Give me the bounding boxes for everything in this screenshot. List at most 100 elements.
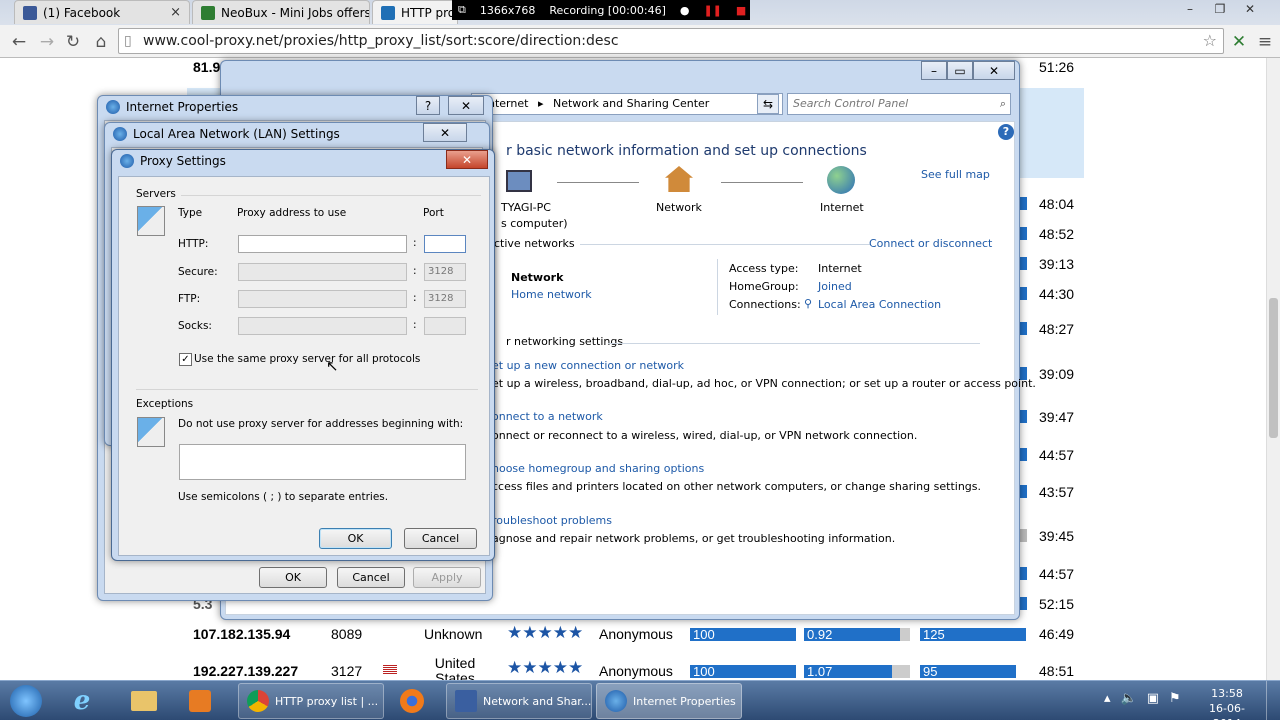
close-icon[interactable]: ✕ <box>1240 2 1260 16</box>
menu-icon[interactable]: ≡ <box>1254 31 1276 53</box>
task-homegroup-link[interactable]: hoose homegroup and sharing options <box>492 462 704 475</box>
task-troubleshoot-link[interactable]: roubleshoot problems <box>492 514 612 527</box>
taskbar-chrome-button[interactable]: HTTP proxy list | ... <box>238 683 384 719</box>
neobux-icon <box>201 5 215 20</box>
action-center-icon[interactable]: ⚑ <box>1169 691 1181 706</box>
secure-port-input[interactable]: 3128 <box>424 263 466 281</box>
taskbar-network-button[interactable]: Network and Shar... <box>446 683 592 719</box>
browser-toolbar: ← → ↻ ⌂ ▯ www.cool-proxy.net/proxies/htt… <box>0 25 1280 58</box>
back-icon[interactable]: ← <box>8 31 30 53</box>
tab-label: (1) Facebook <box>43 5 121 20</box>
window-title-text: Internet Properties <box>126 100 239 114</box>
cancel-button[interactable]: Cancel <box>404 528 477 549</box>
tab-close-icon[interactable]: × <box>170 5 181 20</box>
connection-icon: ⚲ <box>804 297 813 310</box>
pause-icon[interactable]: ❚❚ <box>703 4 721 17</box>
help-icon[interactable]: ? <box>998 124 1014 140</box>
forward-icon[interactable]: → <box>36 31 58 53</box>
show-hidden-icons-icon[interactable]: ▴ <box>1104 691 1111 706</box>
bookmark-star-icon[interactable]: ☆ <box>1203 29 1217 53</box>
clock[interactable]: 13:58 16-06-2014 <box>1196 686 1258 720</box>
http-address-input[interactable] <box>238 235 407 253</box>
time-cell: 39:13 <box>1039 256 1075 272</box>
anonymity-cell: Anonymous <box>599 626 673 642</box>
scrollbar-thumb[interactable] <box>1269 298 1278 438</box>
breadcrumb-item[interactable]: nternet <box>488 97 528 110</box>
extension-icon[interactable]: ✕ <box>1228 31 1250 53</box>
colon-separator: : <box>413 237 417 249</box>
cancel-button[interactable]: Cancel <box>337 567 405 588</box>
network-tray-icon[interactable]: ▣ <box>1147 691 1159 706</box>
time-cell: 44:30 <box>1039 286 1075 302</box>
access-type-value: Internet <box>818 262 862 275</box>
restore-icon[interactable]: ❐ <box>1210 2 1230 16</box>
search-icon[interactable]: ⌕ <box>1000 94 1006 114</box>
tab-http-proxy[interactable]: HTTP prox <box>372 0 458 24</box>
ftp-port-input[interactable]: 3128 <box>424 290 466 308</box>
network-type-link[interactable]: Home network <box>511 288 592 301</box>
reload-icon[interactable]: ↻ <box>62 31 84 53</box>
time-cell: 48:27 <box>1039 321 1075 337</box>
address-bar[interactable]: ▯ www.cool-proxy.net/proxies/http_proxy_… <box>118 28 1224 54</box>
exceptions-icon <box>137 417 165 447</box>
ftp-address-input[interactable] <box>238 290 407 308</box>
minimize-icon[interactable]: – <box>1180 2 1200 16</box>
task-setup-connection-link[interactable]: et up a new connection or network <box>492 359 684 372</box>
url-text: www.cool-proxy.net/proxies/http_proxy_li… <box>143 33 619 49</box>
apply-button[interactable]: Apply <box>413 567 481 588</box>
socks-port-input[interactable] <box>424 317 466 335</box>
close-icon[interactable]: ✕ <box>448 96 484 115</box>
window-title-text: Proxy Settings <box>140 154 226 168</box>
refresh-icon[interactable]: ⇆ <box>757 94 779 114</box>
http-port-input[interactable] <box>424 235 466 253</box>
volume-icon[interactable]: 🔈 <box>1121 691 1137 706</box>
homegroup-link[interactable]: Joined <box>818 280 852 293</box>
help-icon[interactable]: ? <box>416 96 440 115</box>
country-cell: Unknown <box>424 626 483 642</box>
start-button[interactable] <box>6 685 46 717</box>
same-proxy-label[interactable]: Use the same proxy server for all protoc… <box>194 353 420 365</box>
stop-icon[interactable]: ■ <box>736 4 746 17</box>
bar-uptime: 100 <box>690 628 796 641</box>
http-label: HTTP: <box>178 238 209 250</box>
search-input[interactable]: Search Control Panel ⌕ <box>787 93 1011 115</box>
connect-disconnect-link[interactable]: Connect or disconnect <box>869 237 992 250</box>
rating-stars: ★★★★★ <box>507 658 584 677</box>
firefox-icon[interactable] <box>392 685 432 717</box>
camera-icon[interactable]: ● <box>680 4 690 17</box>
window-title-text: Local Area Network (LAN) Settings <box>133 127 340 141</box>
tab-neobux[interactable]: NeoBux - Mini Jobs offers × <box>192 0 370 24</box>
tab-facebook[interactable]: (1) Facebook × <box>14 0 190 24</box>
see-full-map-link[interactable]: See full map <box>921 168 990 181</box>
computer-sub: s computer) <box>501 217 568 230</box>
close-icon[interactable]: ✕ <box>973 61 1015 80</box>
secure-address-input[interactable] <box>238 263 407 281</box>
internet-explorer-icon[interactable]: e <box>62 685 102 717</box>
same-proxy-checkbox[interactable]: ✓ <box>179 353 192 366</box>
home-icon[interactable]: ⌂ <box>90 31 112 53</box>
bar-score: 125 <box>920 628 1026 641</box>
task-description: ccess files and printers located on othe… <box>492 480 981 493</box>
ok-button[interactable]: OK <box>319 528 392 549</box>
file-explorer-icon[interactable] <box>124 685 164 717</box>
exceptions-textarea[interactable] <box>179 444 466 480</box>
ok-button[interactable]: OK <box>259 567 327 588</box>
connection-link[interactable]: Local Area Connection <box>818 298 941 311</box>
close-icon[interactable]: ✕ <box>423 123 467 142</box>
socks-address-input[interactable] <box>238 317 407 335</box>
time-cell: 52:15 <box>1039 596 1075 612</box>
media-player-icon[interactable] <box>180 685 220 717</box>
page-scrollbar[interactable] <box>1266 58 1280 680</box>
breadcrumb[interactable]: nternet ▸ Network and Sharing Center ▾ <box>471 93 783 115</box>
breadcrumb-item[interactable]: Network and Sharing Center <box>553 97 709 110</box>
taskbar-button-label: Network and Shar... <box>483 694 592 708</box>
taskbar-internet-properties-button[interactable]: Internet Properties <box>596 683 742 719</box>
task-connect-network-link[interactable]: onnect to a network <box>492 410 603 423</box>
internet-options-icon <box>106 100 120 114</box>
show-desktop-button[interactable] <box>1266 681 1280 720</box>
minimize-icon[interactable]: – <box>921 61 947 80</box>
maximize-icon[interactable]: ▭ <box>947 61 973 80</box>
divider <box>580 244 870 245</box>
time-cell: 48:52 <box>1039 226 1075 242</box>
close-icon[interactable]: ✕ <box>446 150 488 169</box>
